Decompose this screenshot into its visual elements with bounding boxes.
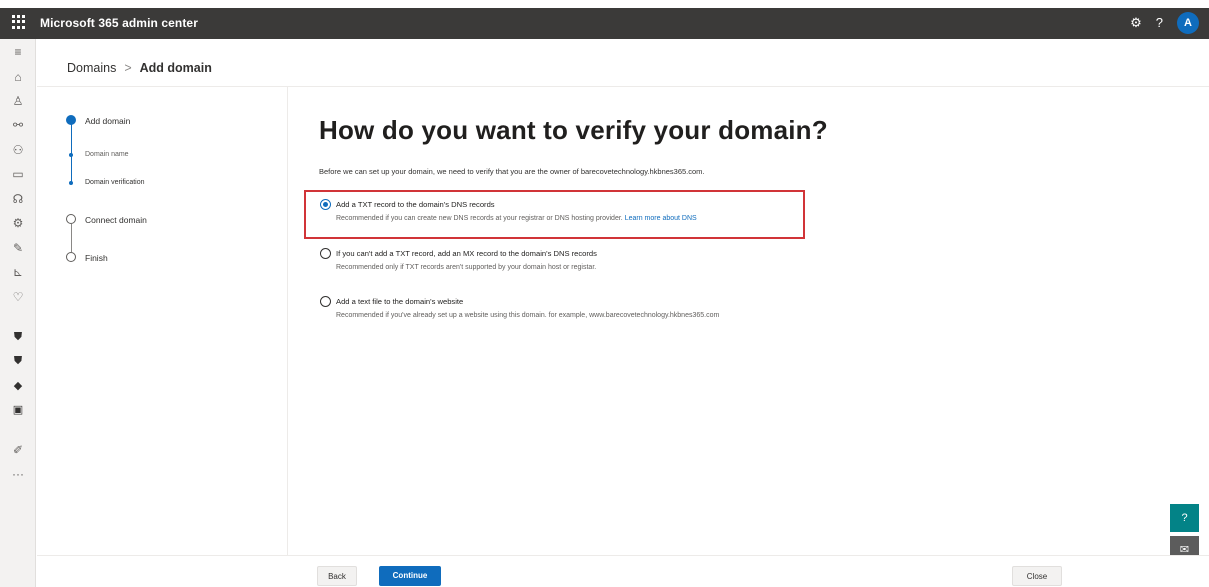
compliance-icon[interactable]: ⛊	[0, 354, 36, 368]
help-icon[interactable]: ?	[1156, 12, 1163, 34]
page-title: How do you want to verify your domain?	[319, 115, 828, 145]
breadcrumb-separator: >	[124, 61, 132, 75]
wizard-stepper: Add domain Domain name Domain verificati…	[37, 87, 288, 555]
step-domain-verification: Domain verification	[85, 179, 145, 186]
option-description: Recommended if you can create new DNS re…	[336, 215, 697, 222]
step-connect-domain: Connect domain	[85, 215, 147, 225]
substep-current-icon	[69, 181, 73, 185]
breadcrumb-domains-link[interactable]: Domains	[67, 61, 116, 75]
step-current-icon	[66, 115, 76, 125]
app-title[interactable]: Microsoft 365 admin center	[40, 16, 198, 30]
substep-done-icon	[69, 153, 73, 157]
user-icon[interactable]: ♙	[0, 94, 36, 108]
billing-icon[interactable]: ▭	[0, 167, 36, 181]
step-domain-name: Domain name	[85, 151, 129, 158]
option-description: Recommended if you've already set up a w…	[336, 312, 720, 319]
step-finish: Finish	[85, 253, 108, 263]
app-launcher-icon[interactable]	[12, 15, 26, 29]
reports-icon[interactable]: ⊾	[0, 265, 36, 279]
learn-more-dns-link[interactable]: Learn more about DNS	[625, 215, 697, 222]
help-fab-icon[interactable]: ?	[1170, 504, 1199, 532]
radio-mx-record[interactable]	[320, 248, 331, 259]
setup-icon[interactable]: ✎	[0, 241, 36, 255]
customize-icon[interactable]: ✐	[0, 443, 36, 457]
exchange-icon[interactable]: ▣	[0, 403, 36, 417]
back-button[interactable]: Back	[317, 566, 357, 586]
support-icon[interactable]: ☊	[0, 192, 36, 206]
radio-txt-record[interactable]	[320, 199, 331, 210]
more-icon[interactable]: ···	[0, 467, 36, 481]
settings-icon[interactable]: ⚙	[1130, 12, 1142, 34]
top-bar: Microsoft 365 admin center ⚙ ? A	[0, 8, 1209, 39]
security-icon[interactable]: ⛊	[0, 330, 36, 344]
contacts-icon[interactable]: ⚯	[0, 118, 36, 132]
step-pending-icon	[66, 214, 76, 224]
stepper-connector-line	[71, 224, 72, 252]
close-button[interactable]: Close	[1012, 566, 1062, 586]
radio-text-file[interactable]	[320, 296, 331, 307]
step-add-domain: Add domain	[85, 116, 131, 126]
breadcrumb-current: Add domain	[139, 61, 212, 75]
breadcrumb: Domains > Add domain	[67, 61, 212, 75]
left-nav-rail: ≡ ⌂ ♙ ⚯ ⚇ ▭ ☊ ⚙ ✎ ⊾ ♡ ⛊ ⛊ ◆ ▣ ✐ ···	[0, 39, 36, 587]
health-icon[interactable]: ♡	[0, 290, 36, 304]
option-title[interactable]: Add a text file to the domain's website	[336, 297, 463, 306]
groups-icon[interactable]: ⚇	[0, 143, 36, 157]
wizard-footer: Back Continue Close	[37, 555, 1209, 587]
menu-icon[interactable]: ≡	[0, 45, 36, 59]
continue-button[interactable]: Continue	[379, 566, 441, 586]
endpoint-icon[interactable]: ◆	[0, 379, 36, 393]
settings-icon[interactable]: ⚙	[0, 216, 36, 230]
option-title[interactable]: Add a TXT record to the domain's DNS rec…	[336, 200, 495, 209]
intro-text: Before we can set up your domain, we nee…	[319, 167, 705, 176]
option-title[interactable]: If you can't add a TXT record, add an MX…	[336, 249, 597, 258]
option-description: Recommended only if TXT records aren't s…	[336, 264, 597, 271]
avatar[interactable]: A	[1177, 12, 1199, 34]
option-description-text: Recommended if you can create new DNS re…	[336, 215, 623, 222]
step-pending-icon	[66, 252, 76, 262]
home-icon[interactable]: ⌂	[0, 70, 36, 84]
